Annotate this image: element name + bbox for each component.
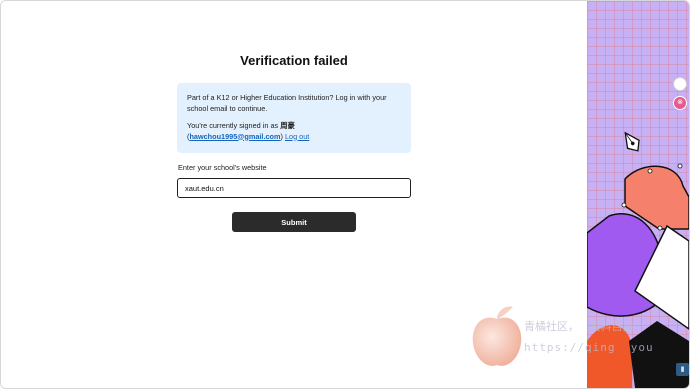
- logout-link[interactable]: Log out: [285, 132, 309, 141]
- decorative-art: [587, 1, 689, 388]
- info-box: Part of a K12 or Higher Education Instit…: [177, 83, 411, 153]
- anchor-point: [677, 163, 683, 169]
- anchor-point: [621, 202, 627, 208]
- orange-shape: [587, 325, 632, 388]
- page-title: Verification failed: [240, 53, 348, 68]
- side-toggle-button[interactable]: [673, 77, 687, 91]
- info-message: Part of a K12 or Higher Education Instit…: [187, 93, 387, 113]
- website-label: Enter your school's website: [178, 163, 267, 172]
- anchor-point: [647, 168, 653, 174]
- user-email: hawchou1995@gmail.com: [189, 131, 281, 141]
- anchor-point: [657, 225, 663, 231]
- website-input[interactable]: [177, 178, 411, 198]
- browser-frame: Verification failed Part of a K12 or Hig…: [0, 0, 690, 389]
- corner-widget-icon[interactable]: ▮: [676, 363, 689, 376]
- signed-in-prefix: You're currently signed in as: [187, 121, 279, 130]
- signed-in-line: You're currently signed in as 周豪 (hawchou…: [187, 121, 310, 141]
- user-name: 周豪: [280, 121, 295, 130]
- art-illustration: [587, 1, 689, 388]
- verification-panel: Verification failed Part of a K12 or Hig…: [1, 1, 587, 388]
- submit-button[interactable]: Submit: [232, 212, 356, 232]
- side-action-icon[interactable]: ⊗: [673, 96, 687, 110]
